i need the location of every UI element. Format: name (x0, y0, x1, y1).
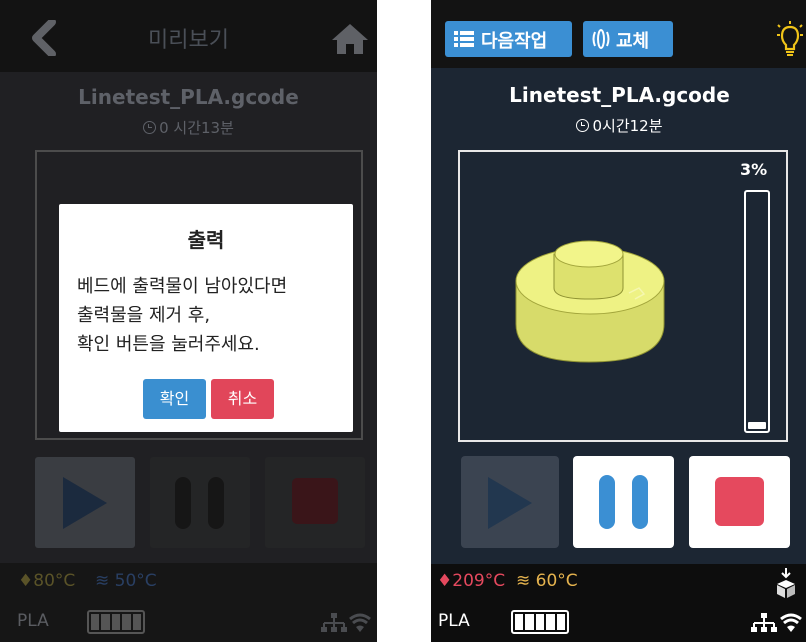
progress-percent: 3% (740, 160, 768, 179)
play-icon (63, 477, 107, 529)
nozzle-temp-value: 209°C (452, 571, 506, 591)
bed-temp-value: 60°C (535, 571, 578, 591)
dialog-line: 출력물을 제거 후, (77, 305, 211, 326)
material-label: PLA (438, 611, 470, 631)
play-button[interactable] (35, 457, 135, 548)
bed-icon: ≋ (516, 571, 531, 591)
cube-icon[interactable] (776, 568, 796, 598)
clock-icon (576, 119, 590, 132)
filament-level (87, 610, 145, 634)
printing-screen: 다음작업 교체 Linetest_PLA.gcode 0시간12분 3% ♦20… (431, 0, 806, 642)
pause-button[interactable] (150, 457, 250, 548)
stop-button[interactable] (689, 456, 790, 548)
file-name: Linetest_PLA.gcode (509, 83, 730, 107)
play-icon (488, 477, 532, 529)
home-icon[interactable] (330, 22, 370, 56)
wifi-icon (780, 613, 802, 621)
next-job-label: 다음작업 (481, 31, 548, 52)
bed-temperature: ≋ 50°C (95, 571, 157, 591)
bulb-icon[interactable] (777, 21, 803, 57)
pause-button[interactable] (573, 456, 674, 548)
progress-bar-fill (748, 421, 766, 429)
print-confirm-dialog: 출력 베드에 출력물이 남아있다면 출력물을 제거 후, 확인 버튼을 눌러주세… (59, 204, 353, 432)
dialog-line: 베드에 출력물이 남아있다면 (77, 276, 288, 297)
dialog-line: 확인 버튼을 눌러주세요. (77, 334, 260, 355)
model-render (515, 240, 665, 363)
network-icon (751, 613, 802, 632)
filament-icon (592, 29, 610, 49)
print-time-value: 0 시간13분 (159, 119, 234, 137)
filament-level (511, 610, 569, 634)
bed-temperature: ≋ 60°C (516, 571, 578, 591)
dialog-title: 출력 (187, 228, 225, 252)
clock-icon (143, 121, 157, 134)
print-time: 0시간12분 (431, 115, 806, 136)
progress-bar (744, 190, 770, 433)
print-time-value: 0시간12분 (592, 117, 663, 135)
nozzle-icon: ♦ (437, 571, 453, 591)
nozzle-temperature: ♦209°C (437, 571, 505, 591)
stop-icon (292, 478, 338, 524)
preview-screen: 미리보기 Linetest_PLA.gcode 0 시간13분 ♦80°C ≋ … (0, 0, 377, 642)
nozzle-icon: ♦ (18, 571, 34, 591)
stop-icon (715, 477, 764, 526)
network-icon (321, 613, 371, 632)
pause-icon (599, 475, 648, 529)
play-button[interactable] (461, 456, 559, 548)
nozzle-temp-value: 80°C (33, 571, 76, 591)
bed-temp-value: 50°C (114, 571, 157, 591)
nozzle-temperature: ♦80°C (18, 571, 75, 591)
bed-icon: ≋ (95, 571, 110, 591)
filament-swap-button[interactable]: 교체 (583, 21, 673, 57)
print-time: 0 시간13분 (0, 117, 377, 138)
stop-button[interactable] (265, 457, 365, 548)
material-label: PLA (17, 611, 49, 631)
confirm-button[interactable]: 확인 (143, 379, 206, 419)
file-name: Linetest_PLA.gcode (78, 85, 299, 109)
page-title: 미리보기 (148, 28, 229, 53)
list-icon (454, 31, 474, 47)
dialog-message: 베드에 출력물이 남아있다면 출력물을 제거 후, 확인 버튼을 눌러주세요. (77, 272, 347, 359)
swap-label: 교체 (616, 31, 650, 52)
next-job-button[interactable]: 다음작업 (445, 21, 572, 57)
cancel-button[interactable]: 취소 (211, 379, 274, 419)
pause-icon (175, 477, 224, 529)
